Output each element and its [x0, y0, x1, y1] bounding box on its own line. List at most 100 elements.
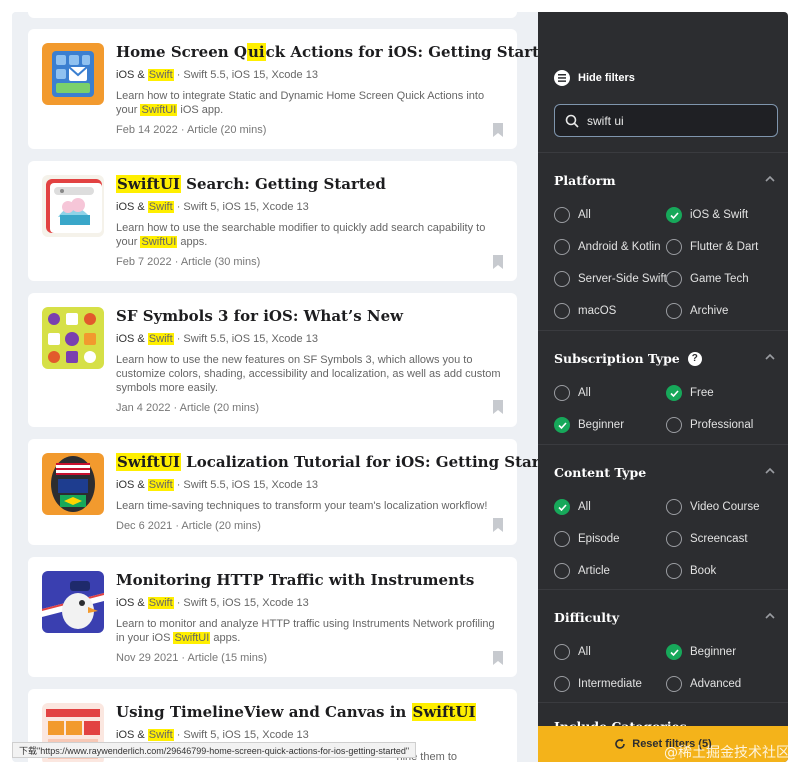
- difficulty-option[interactable]: Intermediate: [554, 676, 642, 692]
- checkbox-checked[interactable]: [666, 644, 682, 660]
- article-description: Learn how to use the searchable modifier…: [116, 222, 486, 248]
- search-icon: [565, 114, 579, 128]
- checkbox[interactable]: [666, 271, 682, 287]
- checkbox[interactable]: [554, 239, 570, 255]
- content-type-option[interactable]: Video Course: [666, 499, 759, 515]
- article-title[interactable]: Monitoring HTTP Traffic with Instruments: [116, 571, 501, 589]
- checkbox-checked[interactable]: [666, 385, 682, 401]
- content-type-filter: Content Type All Video Course Episode Sc…: [538, 444, 788, 589]
- checkbox[interactable]: [554, 676, 570, 692]
- platform-option[interactable]: iOS & Swift: [666, 207, 748, 223]
- checkbox[interactable]: [554, 531, 570, 547]
- search-field[interactable]: [554, 104, 778, 137]
- checkbox-checked[interactable]: [554, 417, 570, 433]
- checkbox[interactable]: [666, 239, 682, 255]
- article-title[interactable]: SwiftUI Search: Getting Started: [116, 175, 501, 193]
- difficulty-filter: Difficulty All Beginner Intermediate Adv…: [538, 589, 788, 701]
- help-icon[interactable]: ?: [687, 351, 702, 366]
- checkbox[interactable]: [666, 417, 682, 433]
- search-input[interactable]: [587, 113, 767, 128]
- article-date: Dec 6 2021 · Article (20 mins): [116, 520, 261, 532]
- article-description: Learn how to integrate Static and Dynami…: [116, 90, 485, 116]
- checkbox[interactable]: [554, 303, 570, 319]
- platform-option[interactable]: Android & Kotlin: [554, 239, 660, 255]
- platform-filter: Platform All iOS & Swift Android & Kotli…: [538, 152, 788, 319]
- platform-option[interactable]: Server-Side Swift: [554, 271, 667, 287]
- platform-option[interactable]: Archive: [666, 303, 728, 319]
- article-thumbnail: [42, 307, 104, 369]
- bookmark-icon[interactable]: [493, 518, 503, 532]
- difficulty-option[interactable]: All: [554, 644, 591, 660]
- checkbox[interactable]: [554, 644, 570, 660]
- refresh-icon: [615, 738, 626, 749]
- checkbox[interactable]: [554, 207, 570, 223]
- content-type-heading: Content Type: [554, 465, 647, 480]
- difficulty-option[interactable]: Beginner: [666, 644, 736, 660]
- bookmark-icon[interactable]: [493, 400, 503, 414]
- article-meta: iOS & Swift · Swift 5, iOS 15, Xcode 13: [116, 729, 309, 741]
- article-card[interactable]: Home Screen Quick Actions for iOS: Getti…: [28, 29, 538, 149]
- article-card[interactable]: Monitoring HTTP Traffic with Instruments…: [28, 557, 517, 677]
- article-card[interactable]: SwiftUI Search: Getting Started iOS & Sw…: [28, 161, 517, 281]
- content-type-option[interactable]: Screencast: [666, 531, 748, 547]
- subscription-option[interactable]: Free: [666, 385, 714, 401]
- platform-heading: Platform: [554, 173, 616, 188]
- chevron-up-icon[interactable]: [764, 173, 776, 185]
- subscription-filter: Subscription Type? All Free Beginner Pro…: [538, 330, 788, 442]
- content-type-option[interactable]: All: [554, 499, 591, 515]
- chevron-up-icon[interactable]: [764, 465, 776, 477]
- checkbox[interactable]: [554, 271, 570, 287]
- bookmark-icon[interactable]: [493, 651, 503, 665]
- difficulty-heading: Difficulty: [554, 610, 620, 625]
- checkbox[interactable]: [666, 531, 682, 547]
- article-date: Nov 29 2021 · Article (15 mins): [116, 652, 268, 664]
- status-bar-url: 下载"https://www.raywenderlich.com/2964679…: [12, 742, 417, 758]
- platform-option[interactable]: Flutter & Dart: [666, 239, 758, 255]
- subscription-option[interactable]: All: [554, 385, 591, 401]
- platform-option[interactable]: All: [554, 207, 591, 223]
- content-type-option[interactable]: Episode: [554, 531, 620, 547]
- list-icon: [554, 70, 570, 86]
- platform-option[interactable]: macOS: [554, 303, 616, 319]
- hide-filters-label: Hide filters: [578, 72, 635, 84]
- checkbox[interactable]: [666, 499, 682, 515]
- subscription-heading: Subscription Type?: [554, 351, 702, 366]
- filters-sidebar: Hide filters Platform All iOS & Swift An…: [538, 12, 788, 762]
- subscription-option[interactable]: Beginner: [554, 417, 624, 433]
- bookmark-icon[interactable]: [493, 255, 503, 269]
- article-date: Jan 4 2022 · Article (20 mins): [116, 402, 260, 414]
- chevron-up-icon[interactable]: [764, 610, 776, 622]
- article-card[interactable]: SF Symbols 3 for iOS: What’s New iOS & S…: [28, 293, 517, 427]
- content-type-option[interactable]: Book: [666, 563, 716, 579]
- results-list: Home Screen Quick Actions for iOS: Getti…: [12, 12, 538, 762]
- checkbox[interactable]: [554, 385, 570, 401]
- hide-filters-button[interactable]: Hide filters: [554, 70, 635, 86]
- platform-option[interactable]: Game Tech: [666, 271, 749, 287]
- article-title[interactable]: SF Symbols 3 for iOS: What’s New: [116, 307, 501, 325]
- article-title[interactable]: SwiftUI Localization Tutorial for iOS: G…: [116, 453, 538, 471]
- checkbox[interactable]: [554, 563, 570, 579]
- article-meta: iOS & Swift · Swift 5.5, iOS 15, Xcode 1…: [116, 479, 318, 491]
- article-title[interactable]: Using TimelineView and Canvas in SwiftUI: [116, 703, 501, 721]
- article-meta: iOS & Swift · Swift 5.5, iOS 15, Xcode 1…: [116, 69, 318, 81]
- article-title[interactable]: Home Screen Quick Actions for iOS: Getti…: [116, 43, 538, 61]
- article-card[interactable]: SwiftUI Localization Tutorial for iOS: G…: [28, 439, 538, 545]
- checkbox[interactable]: [666, 303, 682, 319]
- article-date: Feb 7 2022 · Article (30 mins): [116, 256, 261, 268]
- subscription-option[interactable]: Professional: [666, 417, 753, 433]
- difficulty-option[interactable]: Advanced: [666, 676, 741, 692]
- content-type-option[interactable]: Article: [554, 563, 610, 579]
- article-meta: iOS & Swift · Swift 5.5, iOS 15, Xcode 1…: [116, 333, 318, 345]
- article-meta: iOS & Swift · Swift 5, iOS 15, Xcode 13: [116, 201, 309, 213]
- article-thumbnail: [42, 453, 104, 515]
- checkbox[interactable]: [666, 676, 682, 692]
- article-thumbnail: [42, 571, 104, 633]
- article-meta: iOS & Swift · Swift 5, iOS 15, Xcode 13: [116, 597, 309, 609]
- chevron-up-icon[interactable]: [764, 351, 776, 363]
- bookmark-icon[interactable]: [493, 123, 503, 137]
- checkbox-checked[interactable]: [666, 207, 682, 223]
- checkbox-checked[interactable]: [554, 499, 570, 515]
- article-date: Feb 14 2022 · Article (20 mins): [116, 124, 267, 136]
- article-description: Learn how to use the new features on SF …: [116, 354, 501, 394]
- checkbox[interactable]: [666, 563, 682, 579]
